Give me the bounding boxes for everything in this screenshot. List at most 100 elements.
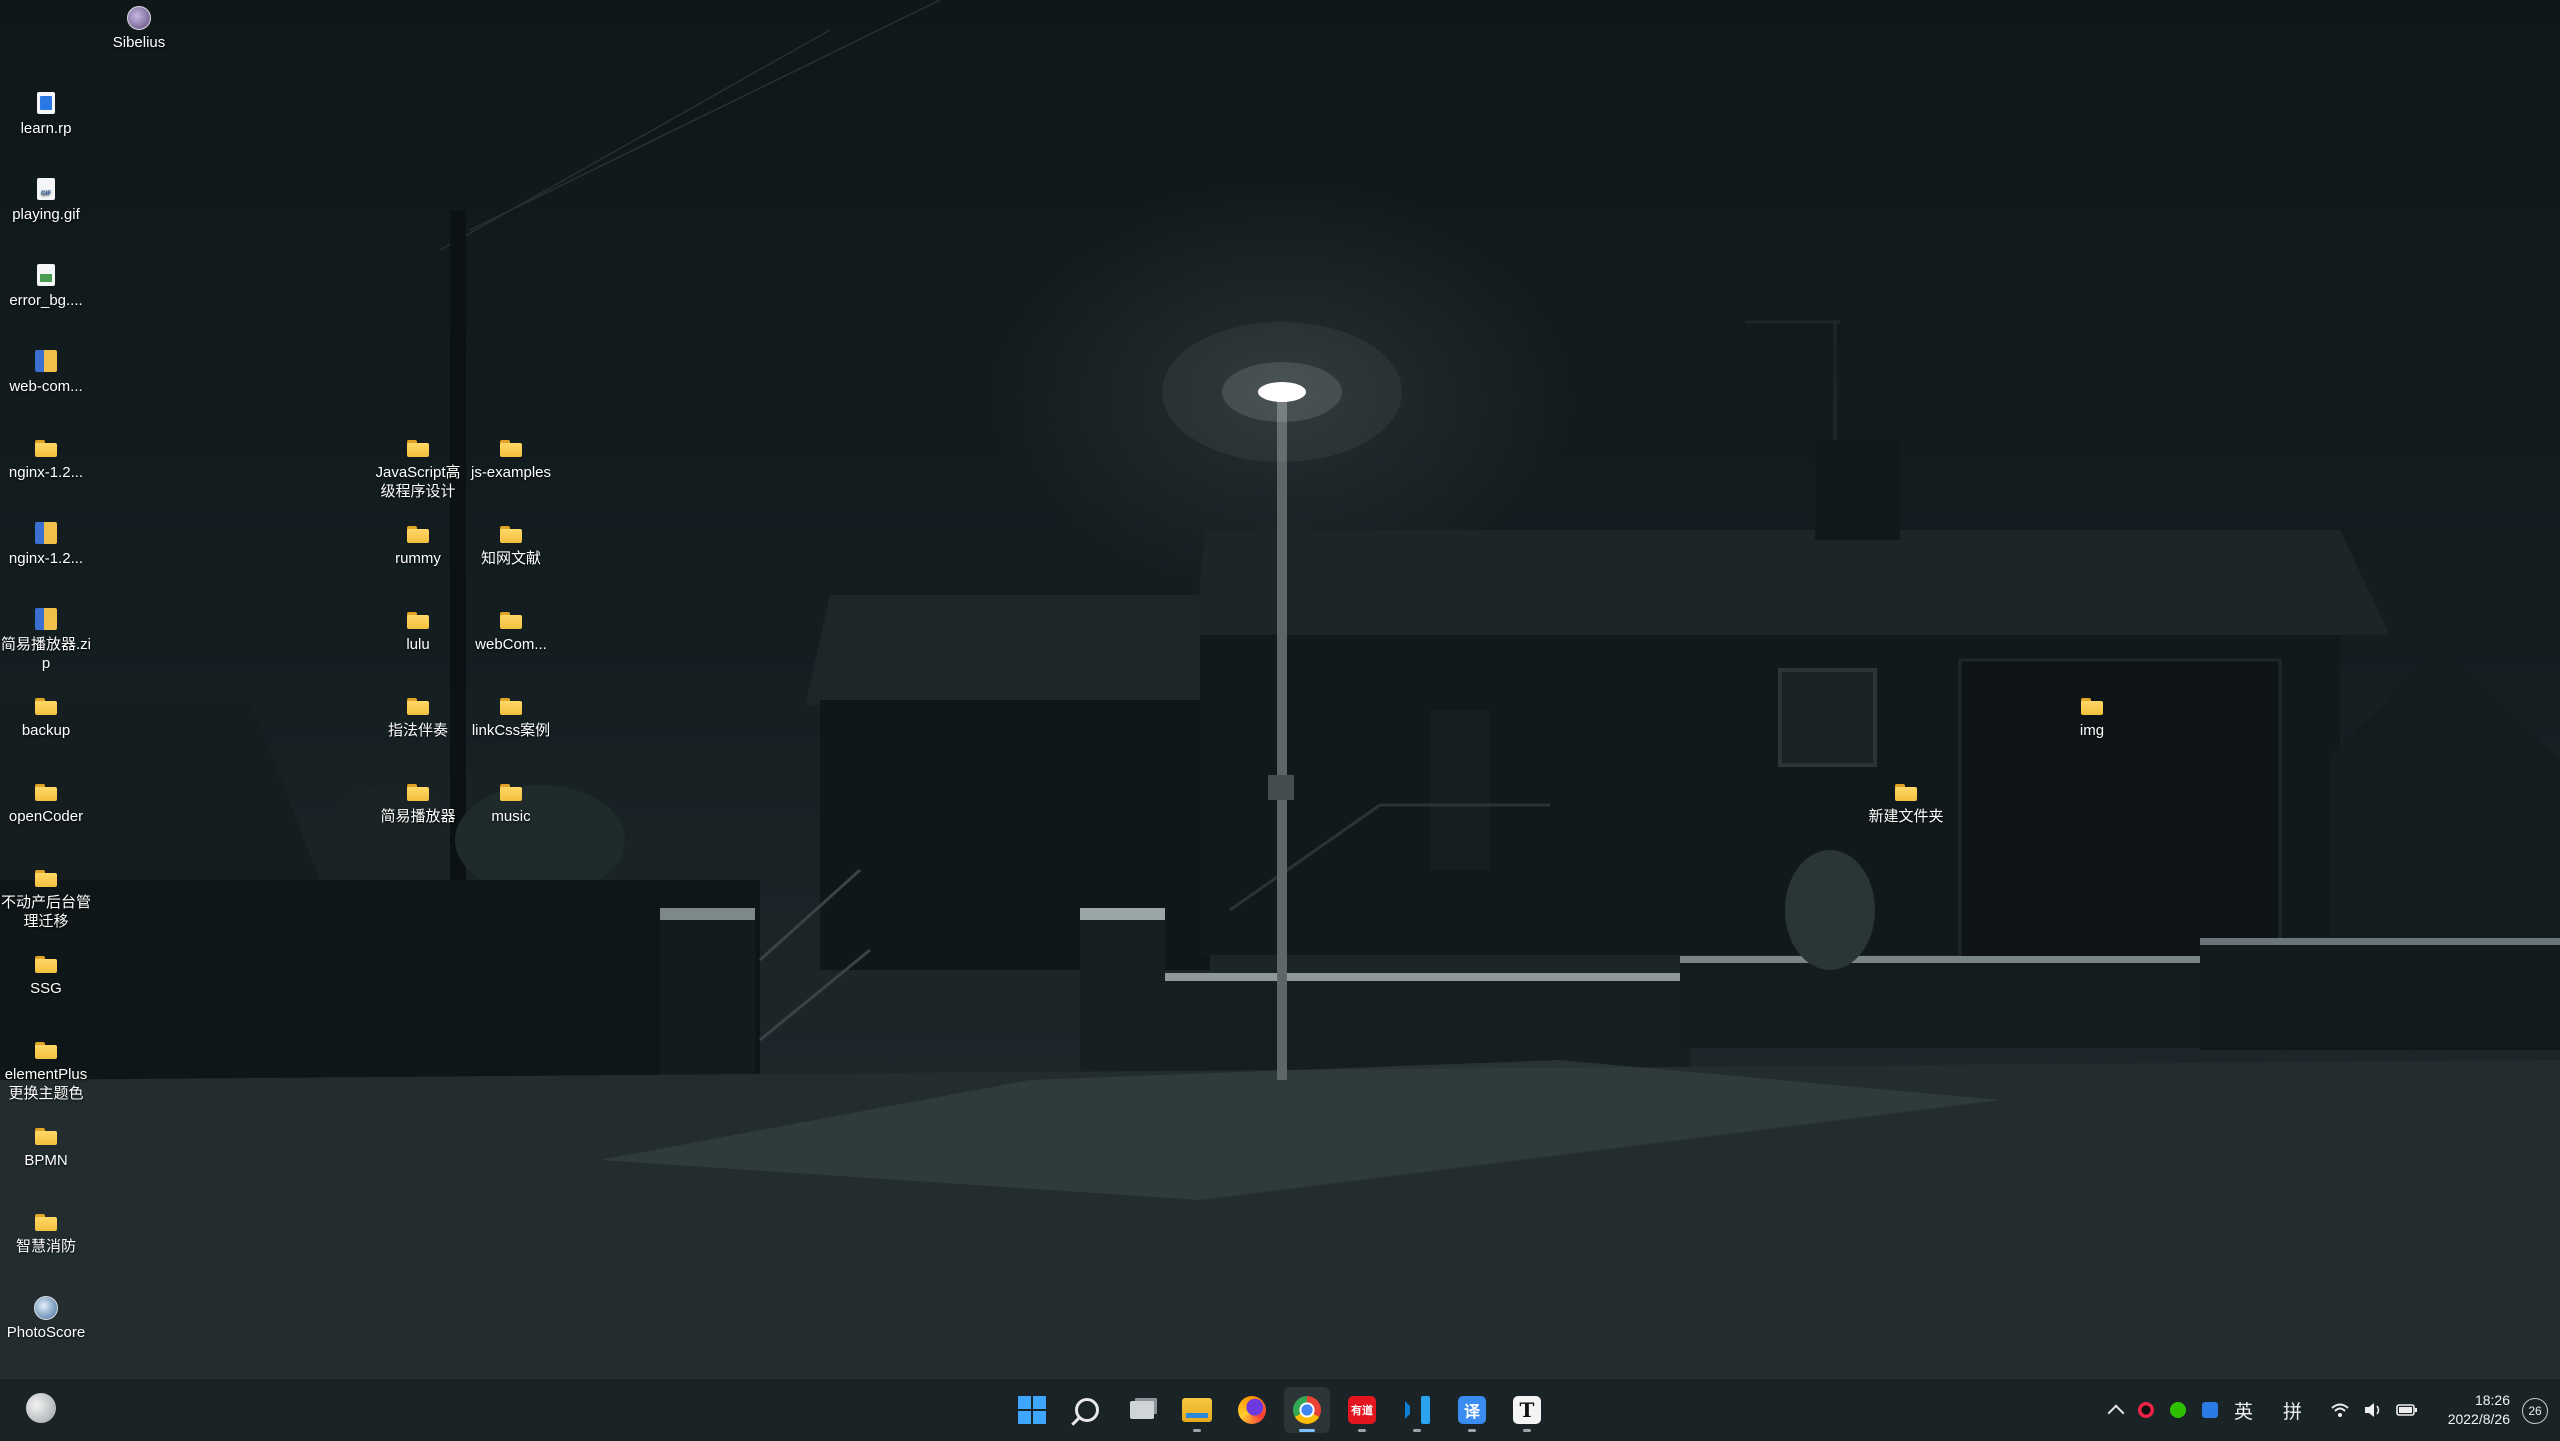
desktop-icon-music[interactable]: music [465, 780, 557, 826]
desktop-icon-label: 简易播放器 [380, 808, 456, 825]
desktop-icon-img[interactable]: img [2046, 694, 2138, 740]
taskbar: 有道 译 T 英 拼 18:26 2022/8/26 26 [0, 1378, 2560, 1441]
desktop-icon-javascript[interactable]: JavaScript高级程序设计 [372, 436, 464, 501]
photoscore-icon [34, 1296, 58, 1320]
search-button[interactable] [1064, 1387, 1110, 1433]
start-button[interactable] [1009, 1387, 1055, 1433]
desktop-icon-photoscore[interactable]: PhotoScore [0, 1296, 92, 1342]
task-view-icon [1130, 1401, 1154, 1419]
taskbar-app-translate[interactable]: 译 [1449, 1387, 1495, 1433]
desktop-icon-zhiwang[interactable]: 知网文献 [465, 522, 557, 568]
taskbar-app-file-explorer[interactable] [1174, 1387, 1220, 1433]
zip-archive-icon [35, 522, 57, 544]
desktop-icon-linkcss[interactable]: linkCss案例 [465, 694, 557, 740]
task-view-button[interactable] [1119, 1387, 1165, 1433]
taskbar-app-chrome[interactable] [1284, 1387, 1330, 1433]
folder-icon [406, 694, 430, 718]
ime-language-indicator[interactable]: 英 [2234, 1397, 2253, 1424]
folder-icon [34, 952, 58, 976]
folder-icon [406, 522, 430, 546]
desktop-icon-label: Sibelius [112, 34, 166, 51]
zip-archive-icon [35, 350, 57, 372]
folder-icon [34, 436, 58, 460]
taskbar-app-youdao[interactable]: 有道 [1339, 1387, 1385, 1433]
zip-archive-icon [35, 608, 57, 630]
desktop-icon-label: 简易播放器.zip [0, 636, 91, 672]
desktop-icon-label: 新建文件夹 [1868, 808, 1944, 825]
folder-icon [406, 608, 430, 632]
show-hidden-icons-chevron-icon[interactable] [2107, 1404, 2125, 1422]
clock-time: 18:26 [2474, 1392, 2510, 1408]
folder-icon [2080, 694, 2104, 718]
gif-file-icon [37, 178, 55, 204]
desktop-icon-label: BPMN [24, 1152, 68, 1169]
folder-icon [34, 1210, 58, 1234]
folder-icon [499, 436, 523, 460]
running-indicator [1358, 1429, 1366, 1432]
running-indicator [1413, 1429, 1421, 1432]
desktop-icon-nginx-folder[interactable]: nginx-1.2... [0, 436, 92, 482]
desktop-icon-label: js-examples [470, 464, 552, 481]
desktop-icon-label: PhotoScore [6, 1324, 86, 1341]
desktop-icon-budongchan[interactable]: 不动产后台管理迁移 [0, 866, 92, 931]
desktop-icon-new-folder[interactable]: 新建文件夹 [1860, 780, 1952, 826]
desktop-icon-js-examples[interactable]: js-examples [465, 436, 557, 482]
desktop-icon-label: linkCss案例 [471, 722, 551, 739]
desktop-icon-label: rummy [395, 550, 441, 567]
desktop-icon-label: img [2079, 722, 2105, 739]
desktop-icon-bpmn[interactable]: BPMN [0, 1124, 92, 1170]
desktop-icon-label: JavaScript高级程序设计 [375, 464, 461, 500]
folder-icon [34, 694, 58, 718]
desktop-icon-error-bg[interactable]: error_bg.... [0, 264, 92, 310]
desktop-icon-jianyi-folder[interactable]: 简易播放器 [372, 780, 464, 826]
folder-icon [406, 436, 430, 460]
desktop-icon-label: openCoder [8, 808, 84, 825]
desktop-icon-label: 指法伴奏 [387, 722, 448, 739]
desktop-icon-elementplus[interactable]: elementPlus更换主题色 [0, 1038, 92, 1103]
desktop-icon-jianyi-zip[interactable]: 简易播放器.zip [0, 608, 92, 673]
running-indicator [1468, 1429, 1476, 1432]
desktop-icon-sibelius[interactable]: Sibelius [93, 6, 185, 52]
folder-icon [499, 780, 523, 804]
desktop-icon-label: error_bg.... [9, 292, 83, 309]
desktop-icon-lulu[interactable]: lulu [372, 608, 464, 654]
desktop-icon-zhihui[interactable]: 智慧消防 [0, 1210, 92, 1256]
desktop-icon-opencoder[interactable]: openCoder [0, 780, 92, 826]
vscode-icon [1403, 1396, 1431, 1424]
quick-settings[interactable] [2330, 1379, 2418, 1441]
desktop-icon-label: music [491, 808, 531, 825]
wechat-tray-icon[interactable] [2170, 1402, 2186, 1418]
volume-icon [2365, 1403, 2380, 1417]
windows-start-icon [1018, 1396, 1046, 1424]
file-explorer-icon [1182, 1398, 1212, 1422]
desktop-icon-playing-gif[interactable]: playing.gif [0, 178, 92, 224]
folder-icon [34, 1038, 58, 1062]
desktop-icon-webcom-folder[interactable]: webCom... [465, 608, 557, 654]
desktop-icon-zhifa[interactable]: 指法伴奏 [372, 694, 464, 740]
desktop-icon-backup[interactable]: backup [0, 694, 92, 740]
desktop-icon-label: SSG [30, 980, 62, 997]
desktop-icon-label: learn.rp [20, 120, 72, 137]
desktop-icon-label: backup [21, 722, 71, 739]
desktop-icon-label: 不动产后台管理迁移 [0, 894, 91, 930]
notification-count-badge[interactable]: 26 [2522, 1398, 2548, 1424]
qq-tray-icon[interactable] [2138, 1402, 2154, 1418]
desktop-icon-label: web-com... [9, 378, 83, 395]
image-file-icon [37, 264, 55, 286]
ime-mode-indicator[interactable]: 拼 [2283, 1397, 2302, 1424]
desktop-icon-learn-rp[interactable]: learn.rp [0, 92, 92, 138]
desktop-icon-label: lulu [406, 636, 430, 653]
folder-icon [499, 694, 523, 718]
desktop-icon-rummy[interactable]: rummy [372, 522, 464, 568]
taskbar-app-typora[interactable]: T [1504, 1387, 1550, 1433]
weather-widget-icon[interactable] [26, 1393, 56, 1423]
desktop-icon-ssg[interactable]: SSG [0, 952, 92, 998]
sibelius-icon [127, 6, 151, 30]
clock[interactable]: 18:26 2022/8/26 [2430, 1391, 2510, 1429]
taskbar-app-vscode[interactable] [1394, 1387, 1440, 1433]
desktop-icon-web-com-zip[interactable]: web-com... [0, 350, 92, 396]
app-tray-icon[interactable] [2202, 1402, 2218, 1418]
desktop-icon-label: 智慧消防 [15, 1238, 76, 1255]
desktop-icon-nginx-zip[interactable]: nginx-1.2... [0, 522, 92, 568]
taskbar-app-firefox[interactable] [1229, 1387, 1275, 1433]
